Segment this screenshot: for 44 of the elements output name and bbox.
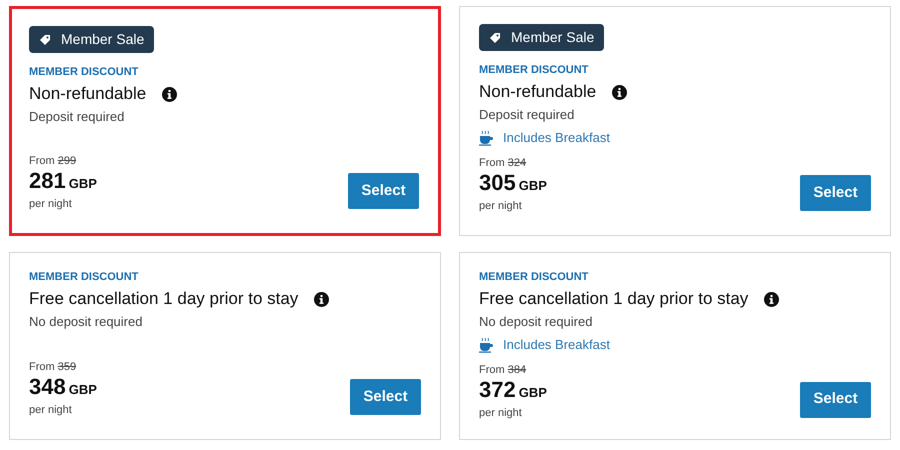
discount-label: MEMBER DISCOUNT [479,270,590,284]
tag-icon [39,34,51,46]
coffee-cup-icon [479,130,493,146]
discount-label: MEMBER DISCOUNT [29,65,140,79]
tag-icon [489,32,501,44]
rate-title: Non-refundable [29,83,146,105]
badge-label: Member Sale [61,30,144,49]
deposit-text: Deposit required [479,106,576,124]
coffee-cup-icon [479,336,493,353]
currency: GBP [68,175,97,193]
from-price: From 299 [29,154,78,168]
rate-title: Free cancellation 1 day prior to stay [479,288,748,310]
rate-title: Free cancellation 1 day prior to stay [29,288,298,310]
discount-label: MEMBER DISCOUNT [29,270,140,284]
per-night-text: per night [479,406,523,420]
info-icon[interactable] [314,292,330,306]
info-icon[interactable] [162,86,178,102]
badge-label: Member Sale [511,28,594,47]
discount-label: MEMBER DISCOUNT [479,63,590,77]
select-button[interactable]: Select [800,382,871,418]
select-button[interactable]: Select [800,175,871,211]
info-icon[interactable] [612,84,628,100]
per-night-text: per night [29,403,73,417]
from-price: From 359 [29,360,78,374]
perk-text: Includes Breakfast [503,336,610,354]
deposit-text: No deposit required [29,313,144,331]
select-button[interactable]: Select [350,379,421,415]
price: 281 [29,168,66,194]
select-button[interactable]: Select [348,173,419,209]
per-night-text: per night [29,197,73,211]
deposit-text: Deposit required [29,108,126,126]
from-price: From 384 [479,362,528,376]
deposit-text: No deposit required [479,313,594,331]
perk-text: Includes Breakfast [503,129,610,147]
currency: GBP [518,384,547,402]
currency: GBP [518,177,547,195]
per-night-text: per night [479,199,523,213]
info-icon[interactable] [764,292,780,306]
currency: GBP [68,381,97,399]
rate-title: Non-refundable [479,81,596,103]
price: 305 [479,170,516,196]
from-price: From 324 [479,156,528,170]
price: 372 [479,376,516,402]
price: 348 [29,374,66,400]
